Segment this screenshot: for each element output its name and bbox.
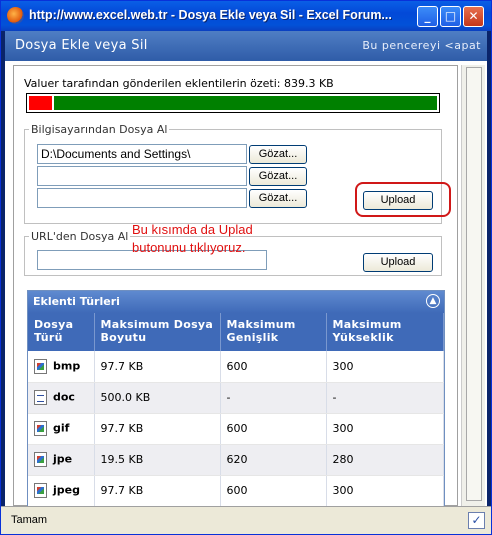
table-row: jpeg 97.7 KB 600 300 xyxy=(28,475,444,506)
browse-button-2[interactable]: Gözat... xyxy=(249,167,307,186)
cell-type: jpeg xyxy=(28,475,95,506)
cell-width: 600 xyxy=(220,413,327,445)
cell-type: jpe xyxy=(28,444,95,476)
url-group-legend: URL'den Dosya Al xyxy=(29,230,131,243)
type-label: jpe xyxy=(53,452,73,466)
title-bar[interactable]: http://www.excel.web.tr - Dosya Ekle vey… xyxy=(1,1,491,31)
cell-width: 600 xyxy=(220,475,327,506)
column-header: Maksimum Dosya Boyutu xyxy=(94,313,221,351)
cell-height: 300 xyxy=(326,351,444,383)
checkmark-icon: ✓ xyxy=(468,512,485,529)
vertical-scrollbar[interactable] xyxy=(461,65,485,506)
browser-window: http://www.excel.web.tr - Dosya Ekle vey… xyxy=(0,0,492,535)
panel-header: Eklenti Türleri ▲ xyxy=(28,291,444,313)
cell-width: 600 xyxy=(220,351,327,383)
cell-height: 300 xyxy=(326,413,444,445)
type-label: bmp xyxy=(53,359,81,373)
url-upload-button[interactable]: Upload xyxy=(363,253,433,272)
cell-size: 97.7 KB xyxy=(94,351,221,383)
window-title: http://www.excel.web.tr - Dosya Ekle vey… xyxy=(29,8,392,22)
close-window-link[interactable]: Bu pencereyi <apat xyxy=(362,39,481,52)
cell-type: bmp xyxy=(28,351,95,383)
dialog-header: Dosya Ekle veya Sil Bu pencereyi <apat xyxy=(5,31,487,61)
cell-size: 97.7 KB xyxy=(94,475,221,506)
image-file-icon xyxy=(34,483,47,498)
cell-size: 19.5 KB xyxy=(94,444,221,476)
image-file-icon xyxy=(34,421,47,436)
type-label: jpeg xyxy=(53,483,80,497)
column-header: Maksimum Yükseklik xyxy=(326,313,444,351)
computer-group-legend: Bilgisayarından Dosya Al xyxy=(29,123,170,136)
page-title: Dosya Ekle veya Sil xyxy=(15,38,148,53)
table-row: jpe 19.5 KB 620 280 xyxy=(28,444,444,476)
cell-width: - xyxy=(220,382,327,414)
panel-title: Eklenti Türleri xyxy=(33,295,120,308)
quota-used-fill xyxy=(29,96,52,110)
file-path-input-2[interactable] xyxy=(37,166,247,186)
collapse-icon[interactable]: ▲ xyxy=(426,294,440,308)
annotation-line-1: Bu kısımda da Uplad xyxy=(132,222,253,237)
table-row: doc 500.0 KB - - xyxy=(28,382,444,414)
column-header: Dosya Türü xyxy=(28,313,95,351)
file-path-input-1[interactable]: D:\Documents and Settings\ xyxy=(37,144,247,164)
close-window-button[interactable]: ✕ xyxy=(463,6,484,27)
image-file-icon xyxy=(34,358,47,374)
cell-width: 620 xyxy=(220,444,327,476)
file-path-input-3[interactable] xyxy=(37,188,247,208)
annotation-line-2: butonunu tıklıyoruz. xyxy=(132,240,246,255)
cell-size: 97.7 KB xyxy=(94,413,221,445)
table-row: bmp 97.7 KB 600 300 xyxy=(28,351,444,383)
quota-free-fill xyxy=(54,96,437,110)
firefox-icon xyxy=(7,7,24,24)
browse-button-3[interactable]: Gözat... xyxy=(249,189,307,208)
status-bar: Tamam ✓ xyxy=(1,506,491,534)
column-header: Maksimum Genişlik xyxy=(220,313,327,351)
image-file-icon xyxy=(34,452,47,467)
type-label: doc xyxy=(53,390,75,404)
table-header-row: Dosya Türü Maksimum Dosya Boyutu Maksimu… xyxy=(28,313,444,351)
browse-button-1[interactable]: Gözat... xyxy=(249,145,307,164)
attachment-types-panel: Eklenti Türleri ▲ Dosya Türü Maksimum Do… xyxy=(27,290,445,506)
minimize-button[interactable]: _ xyxy=(417,6,438,27)
cell-type: doc xyxy=(28,382,95,414)
cell-size: 500.0 KB xyxy=(94,382,221,414)
cell-height: - xyxy=(326,382,444,414)
status-text: Tamam xyxy=(11,514,48,526)
upload-button[interactable]: Upload xyxy=(363,191,433,210)
scrollbar-thumb[interactable] xyxy=(466,67,482,501)
maximize-button[interactable]: □ xyxy=(440,6,461,27)
cell-height: 280 xyxy=(326,444,444,476)
cell-height: 300 xyxy=(326,475,444,506)
page-content: Dosya Ekle veya Sil Bu pencereyi <apat V… xyxy=(5,31,487,506)
attachment-types-table: Dosya Türü Maksimum Dosya Boyutu Maksimu… xyxy=(28,313,444,506)
table-row: gif 97.7 KB 600 300 xyxy=(28,413,444,445)
type-label: gif xyxy=(53,421,70,435)
attachment-summary: Valuer tarafından gönderilen eklentileri… xyxy=(24,77,334,90)
cell-type: gif xyxy=(28,413,95,445)
quota-bar xyxy=(26,93,440,113)
word-file-icon xyxy=(34,390,47,405)
